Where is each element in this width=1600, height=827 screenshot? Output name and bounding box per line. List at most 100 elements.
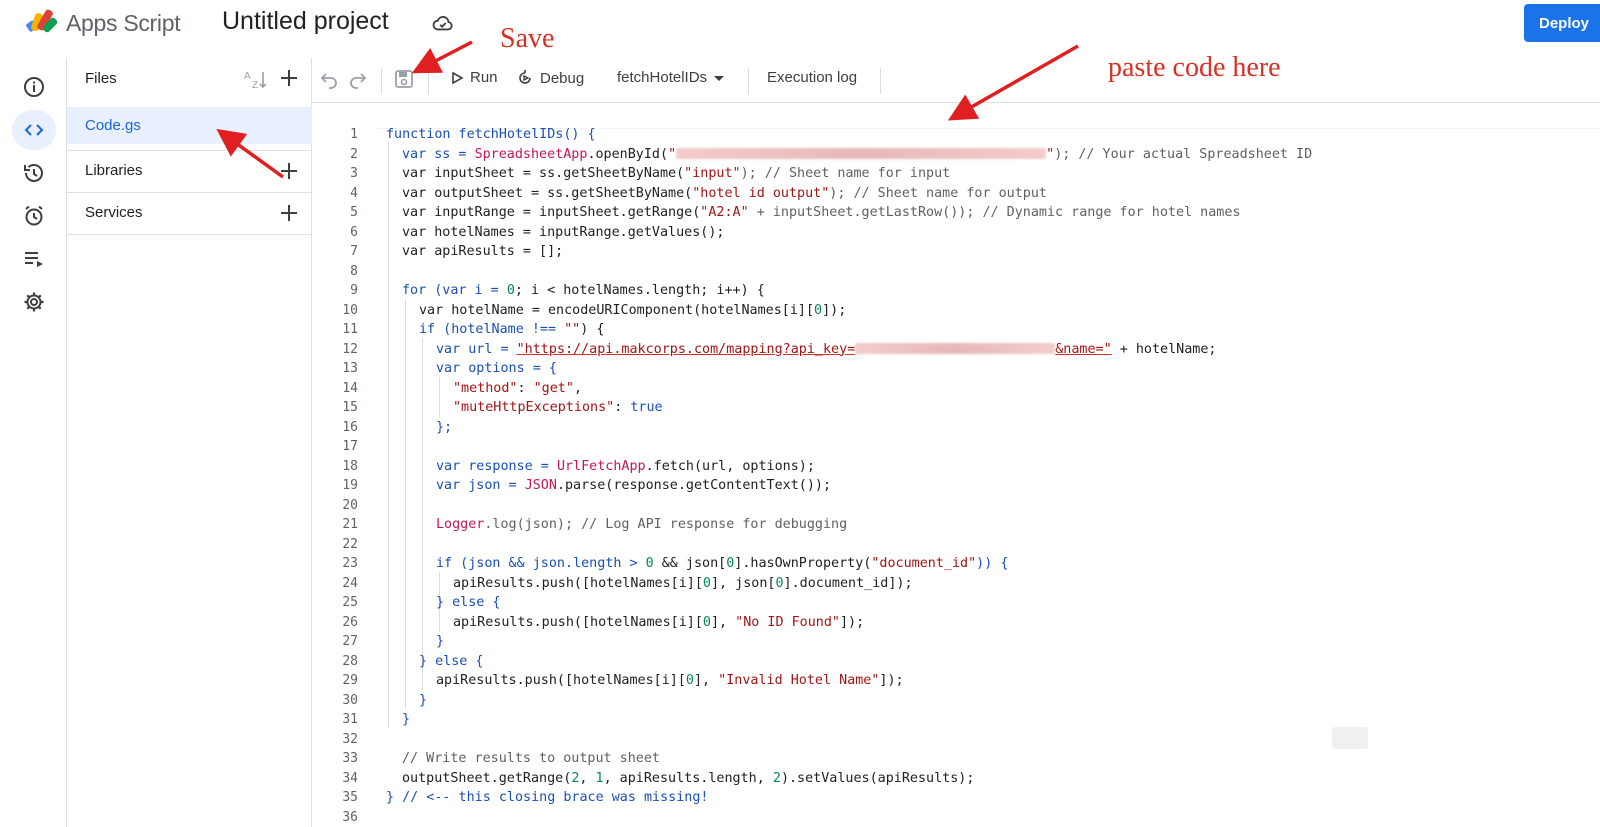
line-number: 9 (350, 283, 358, 298)
line-number: 19 (342, 478, 358, 493)
code-text: "Invalid Hotel Name" (718, 673, 880, 688)
code-text: ); // Your actual Spreadsheet ID (1054, 146, 1313, 162)
code-text: 0 (685, 673, 694, 688)
code-text: var hotelName = encodeURIComponent(hotel… (419, 302, 815, 318)
code-line: 31} (312, 710, 1600, 730)
code-line: 4 var outputSheet = ss.getSheetByName("ho… (312, 184, 1600, 204)
line-number: 10 (342, 302, 358, 318)
line-number: 17 (342, 439, 358, 454)
executions-button[interactable] (12, 239, 56, 279)
code-text: + hotelName; (1111, 341, 1217, 357)
line-number: 7 (350, 244, 358, 259)
code-line: 1 function fetchHotelIDs() { (312, 125, 1600, 145)
code-text: function fetchHotelIDs() { (386, 127, 596, 142)
code-line: 10 var hotelName = encodeURIComponent(hot… (312, 301, 1600, 321)
code-text: apiResults.push([hotelNames[i][ (436, 673, 686, 688)
code-text: ); // Sheet name for output (829, 185, 1047, 201)
code-text: var json = (436, 478, 525, 493)
code-line: 28} else { (312, 652, 1600, 672)
editor-button[interactable] (12, 110, 56, 150)
undo-icon[interactable] (318, 68, 340, 90)
code-text: // Write results to output sheet (402, 751, 660, 766)
svg-text:Z: Z (252, 80, 258, 91)
debug-button[interactable]: Debug (516, 69, 584, 87)
code-text: 1 (595, 770, 604, 786)
add-library-plus-icon[interactable] (277, 159, 301, 183)
code-editor[interactable]: 1 function fetchHotelIDs() { 2 var ss = Sp… (312, 103, 1600, 827)
code-text: + inputSheet.getLastRow()); // Dynamic r… (748, 205, 1241, 220)
code-text: var url = (436, 341, 517, 357)
play-icon (452, 71, 464, 84)
code-text: outputSheet.getRange( (402, 770, 572, 786)
code-line: 15 "muteHttpExceptions": true (312, 398, 1600, 418)
code-text: var apiResults = []; (402, 244, 564, 259)
code-line: 36 (312, 808, 1600, 827)
code-line: 13 var options = { (312, 359, 1600, 379)
code-text: "No ID Found" (735, 614, 840, 630)
redo-icon[interactable] (347, 68, 369, 90)
code-line: 3 var inputSheet = ss.getSheetByName("inp… (312, 164, 1600, 184)
function-select[interactable]: fetchHotelIDs (617, 69, 725, 86)
line-number: 11 (342, 322, 358, 337)
code-text: var ss = (402, 146, 475, 162)
code-line: 30} (312, 691, 1600, 711)
editor-overlay-hint (1332, 727, 1368, 749)
deploy-button[interactable]: Deploy (1524, 4, 1600, 42)
settings-button[interactable] (12, 282, 56, 322)
add-file-plus-icon[interactable] (277, 66, 301, 90)
line-number: 35 (342, 790, 358, 805)
code-line: 5 var inputRange = inputSheet.getRange("A… (312, 203, 1600, 223)
toolbar-separator (748, 68, 749, 94)
code-text: var hotelNames = inputRange.getValues(); (402, 224, 725, 240)
project-title[interactable]: Untitled project (222, 7, 389, 36)
code-text: 0 (506, 283, 515, 298)
code-line: 23 if (json && json.length > 0 && json[0]… (312, 554, 1600, 574)
line-number: 32 (342, 731, 358, 747)
line-number: 22 (342, 536, 358, 552)
line-number: 12 (342, 341, 358, 357)
code-text: }; (436, 419, 453, 435)
code-text: } (402, 712, 411, 727)
code-text: 0 (645, 556, 654, 571)
line-number: 6 (350, 224, 358, 240)
code-text: UrlFetchApp (556, 458, 646, 474)
overview-button[interactable] (12, 67, 56, 107)
save-project-icon[interactable] (393, 68, 415, 90)
code-text: SpreadsheetApp (474, 146, 588, 162)
history-icon (24, 164, 43, 182)
files-panel: Files A Z Code.gs Libraries Services (66, 58, 312, 827)
project-history-button[interactable] (12, 153, 56, 193)
code-text: && json[ (653, 556, 727, 571)
file-item-code-gs[interactable]: Code.gs (67, 107, 312, 144)
code-line: 35} // <-- this closing brace was missin… (312, 788, 1600, 808)
triggers-button[interactable] (12, 196, 56, 236)
apps-script-logo-icon[interactable] (24, 6, 60, 38)
code-line: 7 var apiResults = []; (312, 242, 1600, 262)
line-number: 2 (350, 146, 358, 162)
line-number: 4 (350, 185, 358, 201)
code-text: ]); (822, 302, 847, 318)
code-line: 29 apiResults.push([hotelNames[i][0], "In… (312, 671, 1600, 691)
files-header: Files (85, 70, 117, 87)
code-text: ]); (839, 614, 865, 630)
sort-az-icon[interactable]: A Z (243, 68, 269, 92)
code-line: 26 apiResults.push([hotelNames[i][0], "No… (312, 613, 1600, 633)
code-text: for (var i = (402, 283, 507, 298)
code-text: ).setValues(apiResults); (780, 770, 975, 786)
toolbar-separator (428, 68, 429, 94)
run-button[interactable]: Run (450, 69, 498, 86)
code-text: , (573, 380, 582, 396)
add-service-plus-icon[interactable] (277, 201, 301, 225)
code-text: JSON (524, 478, 557, 493)
line-number: 33 (342, 751, 358, 766)
line-number: 36 (342, 809, 358, 825)
execution-log-button[interactable]: Execution log (767, 69, 857, 86)
code-text: ; i < hotelNames.length; i++) { (514, 283, 765, 298)
file-item-label: Code.gs (85, 117, 141, 134)
line-number: 31 (342, 712, 358, 727)
code-line: 20 (312, 496, 1600, 516)
line-number: 13 (342, 361, 358, 376)
svg-text:A: A (244, 71, 251, 82)
cloud-saved-icon (432, 16, 453, 31)
code-text: " (668, 146, 677, 162)
